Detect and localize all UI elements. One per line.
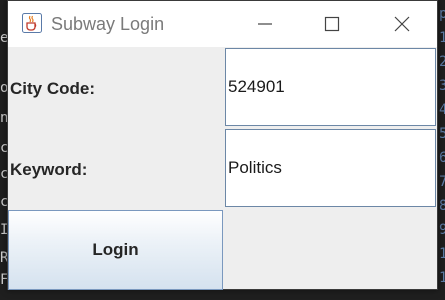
- city-code-value: 524901: [228, 77, 285, 96]
- keyword-value: Politics: [228, 158, 282, 177]
- bg-text: 8: [439, 198, 445, 214]
- bg-text: 3: [439, 78, 445, 94]
- java-cup-icon: [22, 13, 42, 33]
- bg-text: 6: [439, 150, 445, 166]
- close-icon: [394, 16, 410, 32]
- bg-text: 9: [439, 222, 445, 238]
- keyword-label: Keyword:: [10, 160, 88, 179]
- form-content: City Code: 524901 Keyword: Politics Logi…: [8, 47, 437, 290]
- close-button[interactable]: [370, 1, 434, 47]
- bg-text: 2: [439, 54, 445, 70]
- window-title: Subway Login: [51, 14, 165, 34]
- bg-text: 7: [439, 174, 445, 190]
- keyword-field[interactable]: Politics: [225, 129, 436, 207]
- title-bar[interactable]: Subway Login: [8, 1, 437, 47]
- maximize-button[interactable]: [300, 1, 364, 47]
- login-button-label: Login: [92, 240, 139, 259]
- minimize-button[interactable]: [233, 1, 297, 47]
- bg-text: 1: [439, 30, 445, 46]
- bg-text: 10: [439, 246, 445, 262]
- city-code-label: City Code:: [10, 79, 95, 98]
- maximize-icon: [324, 16, 340, 32]
- bg-text: 11: [439, 270, 445, 286]
- background-editor-right: p 1 2 3 4 5 6 7 8 9 10 11: [438, 0, 445, 300]
- login-window: Subway Login City Code: 524901 Keyword: …: [7, 0, 438, 290]
- minimize-icon: [258, 23, 272, 25]
- bg-text: 5: [439, 126, 445, 142]
- bg-text: p: [439, 6, 445, 22]
- bg-text: 4: [439, 102, 445, 118]
- city-code-field[interactable]: 524901: [225, 48, 436, 126]
- login-button[interactable]: Login: [8, 210, 223, 290]
